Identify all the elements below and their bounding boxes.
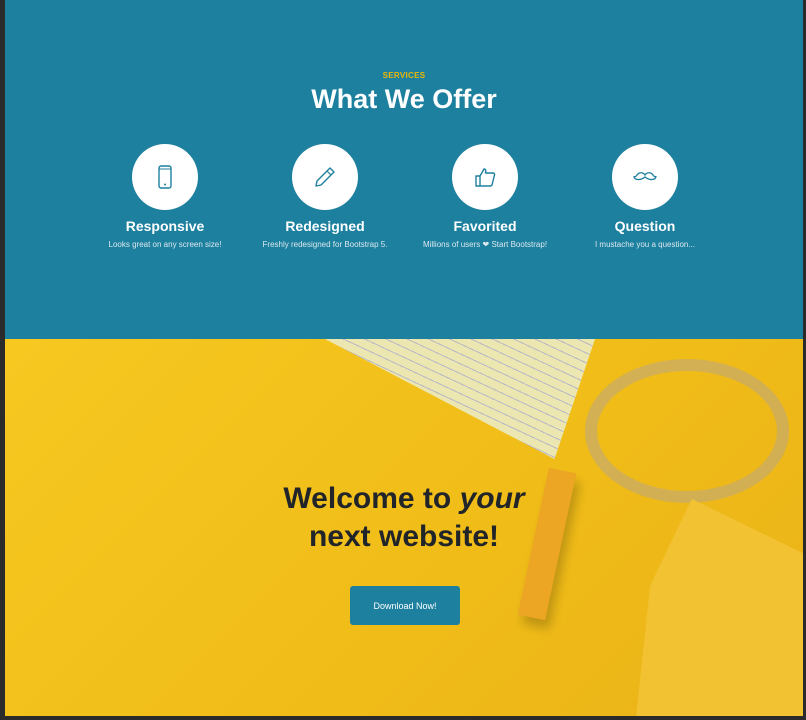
hero-title-part: Welcome to <box>283 482 460 515</box>
service-question: Question I mustache you a question... <box>565 144 725 252</box>
service-title: Redesigned <box>285 218 365 234</box>
page: SERVICES What We Offer Responsive Looks … <box>5 0 803 716</box>
service-title: Question <box>614 218 676 234</box>
service-title: Favorited <box>453 218 517 234</box>
service-favorited: Favorited Millions of users ❤ Start Boot… <box>405 144 565 252</box>
service-text: Looks great on any screen size! <box>108 240 222 249</box>
hero-title: Welcome to your next website! <box>5 480 803 556</box>
mustache-icon <box>633 172 657 181</box>
service-icon-circle <box>292 144 358 210</box>
heart-icon: ❤ <box>482 240 490 249</box>
download-now-button[interactable]: Download Now! <box>350 586 460 625</box>
hero-title-part: next website! <box>308 520 500 553</box>
phone-icon <box>158 165 172 189</box>
service-responsive: Responsive Looks great on any screen siz… <box>85 144 245 252</box>
service-text: I mustache you a question... <box>594 240 696 249</box>
thumbs-up-icon <box>475 168 496 187</box>
notepad-image <box>325 339 595 459</box>
service-icon-circle <box>452 144 518 210</box>
service-text: Freshly redesigned for Bootstrap 5. <box>262 240 388 249</box>
service-title: Responsive <box>125 218 205 234</box>
service-text-part: Millions of users <box>422 240 481 249</box>
section-title: What We Offer <box>311 84 497 114</box>
service-text: Millions of users ❤ Start Bootstrap! <box>415 238 555 252</box>
service-text-part: Start Bootstrap! <box>491 240 548 249</box>
pencil-icon <box>315 167 335 187</box>
service-redesigned: Redesigned Freshly redesigned for Bootst… <box>245 144 405 252</box>
service-icon-circle <box>132 144 198 210</box>
section-eyebrow: SERVICES <box>382 71 426 80</box>
services-section: SERVICES What We Offer Responsive Looks … <box>5 0 803 339</box>
hero-title-emphasis: your <box>459 482 525 515</box>
service-icon-circle <box>612 144 678 210</box>
hero-section: Welcome to your next website! Download No… <box>5 339 803 716</box>
